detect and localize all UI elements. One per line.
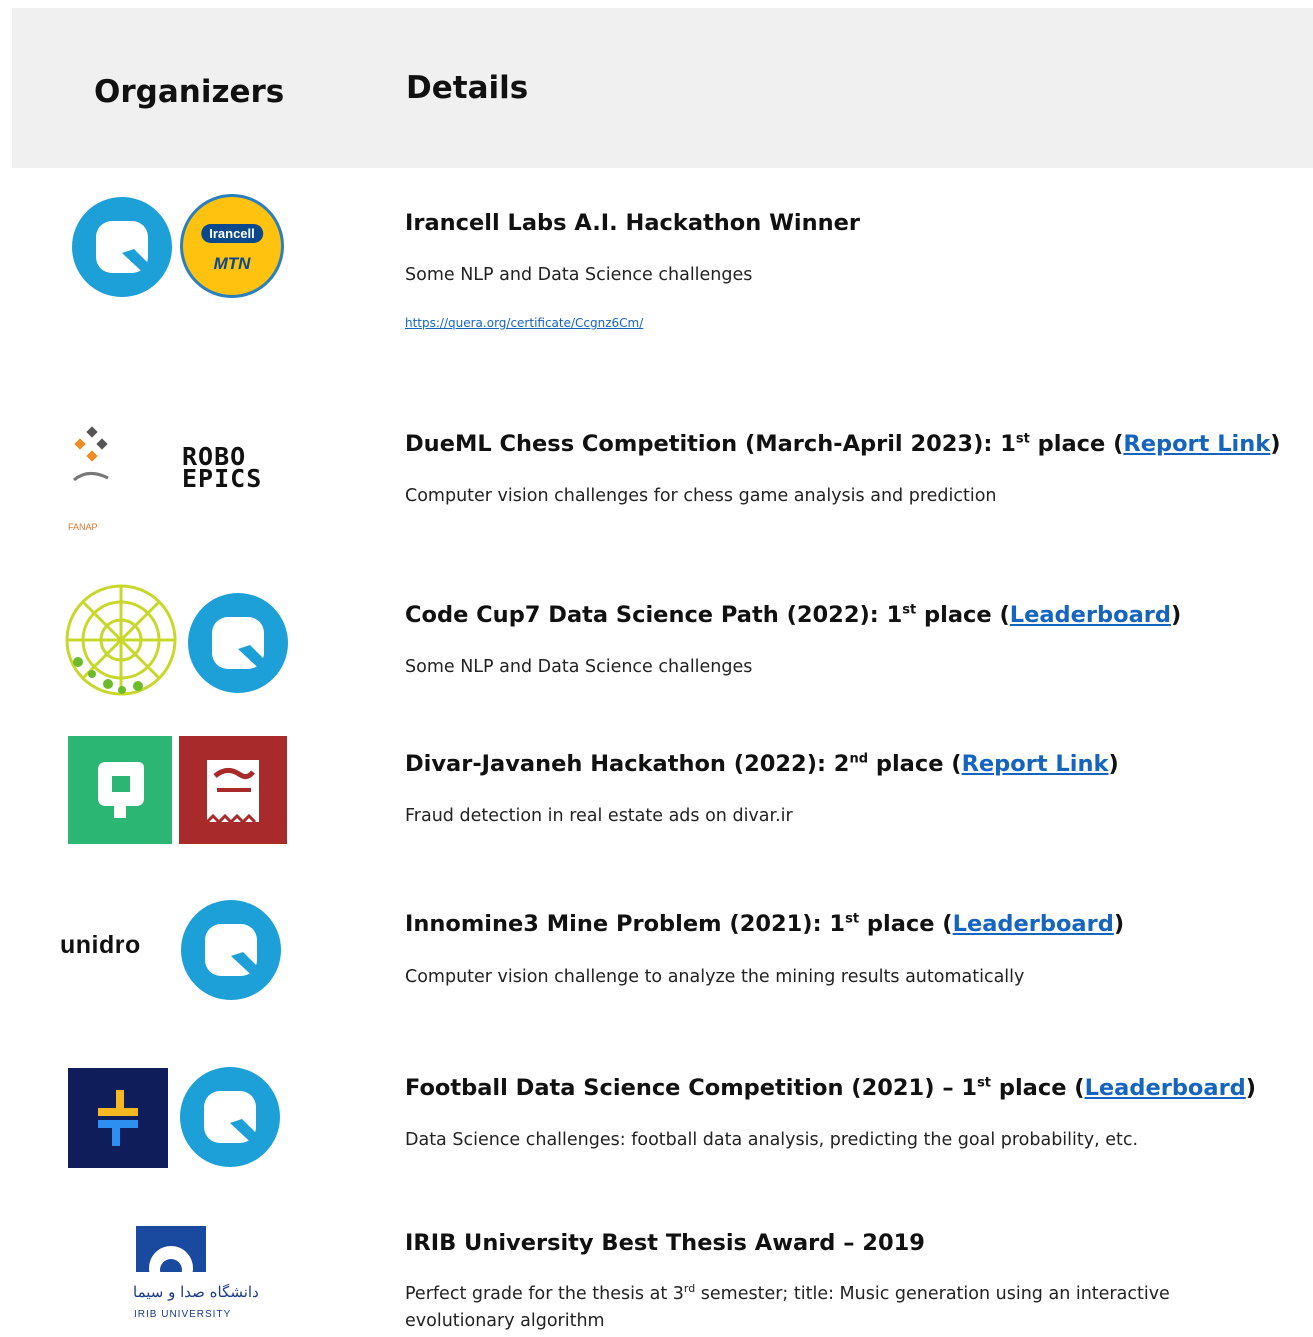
entry-description: Some NLP and Data Science challenges <box>405 265 753 285</box>
leaderboard-link[interactable]: Leaderboard <box>1085 1075 1246 1101</box>
desc-text: Perfect grade for the thesis at 3 <box>405 1284 684 1304</box>
entry-description: Some NLP and Data Science challenges <box>405 657 753 677</box>
ordinal-suffix: rd <box>683 1282 696 1296</box>
entry-title: Irancell Labs A.I. Hackathon Winner <box>405 210 861 236</box>
entry-description: Fraud detection in real estate ads on di… <box>405 806 793 826</box>
irib-university-logo-icon <box>136 1226 206 1280</box>
football-platform-logo-icon <box>68 1068 168 1168</box>
title-place: place ( <box>916 602 1010 628</box>
entry-title: Divar-Javaneh Hackathon (2022): 2nd plac… <box>405 751 1119 777</box>
report-link[interactable]: Report Link <box>1123 431 1270 457</box>
unidro-logo-icon: unidro <box>60 931 141 959</box>
title-text: Divar-Javaneh Hackathon (2022): 2 <box>405 751 850 777</box>
title-text: Innomine3 Mine Problem (2021): 1 <box>405 911 846 937</box>
fanap-logo-icon <box>73 426 109 482</box>
roboepics-line2: EPICS <box>182 464 263 493</box>
title-close: ) <box>1245 1075 1257 1101</box>
title-text: DueML Chess Competition (March-April 202… <box>405 431 1016 457</box>
title-text: Code Cup7 Data Science Path (2022): 1 <box>405 602 903 628</box>
quera-logo-icon <box>188 593 288 693</box>
irancell-logo-text: Irancell <box>201 224 263 243</box>
leaderboard-link[interactable]: Leaderboard <box>953 911 1114 937</box>
title-place: place ( <box>868 751 962 777</box>
desc-text-cont: semester; title: Music generation using … <box>695 1284 1170 1304</box>
leaderboard-link[interactable]: Leaderboard <box>1010 602 1171 628</box>
divar-logo-icon <box>179 736 287 844</box>
details-heading: Details <box>406 70 529 106</box>
title-close: ) <box>1270 431 1281 457</box>
title-close: ) <box>1170 602 1182 628</box>
entry-description: Computer vision challenge to analyze the… <box>405 967 1025 987</box>
entry-description: Computer vision challenges for chess gam… <box>405 486 997 506</box>
irib-logo-english-text: IRIB UNIVERSITY <box>134 1309 232 1320</box>
title-place: place ( <box>1029 431 1124 457</box>
entry-title: Innomine3 Mine Problem (2021): 1st place… <box>405 911 1124 937</box>
entry-description: Perfect grade for the thesis at 3rd seme… <box>405 1282 1170 1304</box>
entry-title: Football Data Science Competition (2021)… <box>405 1075 1256 1101</box>
irib-logo-persian-text: دانشگاه صدا و سیما <box>133 1283 259 1301</box>
fanap-logo-text: FANAP <box>68 522 98 532</box>
irancell-mtn-logo-icon: Irancell MTN <box>180 194 284 298</box>
organizers-heading: Organizers <box>94 74 285 110</box>
title-close: ) <box>1108 751 1119 777</box>
entry-description-line2: evolutionary algorithm <box>405 1311 605 1331</box>
ordinal-suffix: st <box>902 602 917 618</box>
ordinal-suffix: st <box>977 1075 992 1091</box>
ordinal-suffix: st <box>1015 431 1030 447</box>
ordinal-suffix: nd <box>849 751 869 767</box>
roboepics-logo-icon: ROBO EPICS <box>182 444 263 493</box>
quera-logo-icon <box>72 197 172 297</box>
quera-logo-icon <box>181 900 281 1000</box>
mtn-logo-text: MTN <box>213 254 251 273</box>
quera-logo-icon <box>180 1067 280 1167</box>
entry-title: IRIB University Best Thesis Award – 2019 <box>405 1230 925 1256</box>
certificate-link[interactable]: https://quera.org/certificate/Ccgnz6Cm/ <box>405 316 643 330</box>
title-text: Football Data Science Competition (2021)… <box>405 1075 978 1101</box>
table-header: Organizers Details <box>12 8 1313 168</box>
ordinal-suffix: st <box>845 911 860 927</box>
javaneh-logo-icon <box>68 736 172 844</box>
entry-description: Data Science challenges: football data a… <box>405 1130 1139 1150</box>
title-place: place ( <box>859 911 953 937</box>
report-link[interactable]: Report Link <box>962 751 1109 777</box>
entry-title: Code Cup7 Data Science Path (2022): 1st … <box>405 602 1181 628</box>
entry-title: DueML Chess Competition (March-April 202… <box>405 431 1281 457</box>
title-place: place ( <box>991 1075 1085 1101</box>
title-close: ) <box>1113 911 1125 937</box>
codecup-logo-icon <box>65 584 177 696</box>
